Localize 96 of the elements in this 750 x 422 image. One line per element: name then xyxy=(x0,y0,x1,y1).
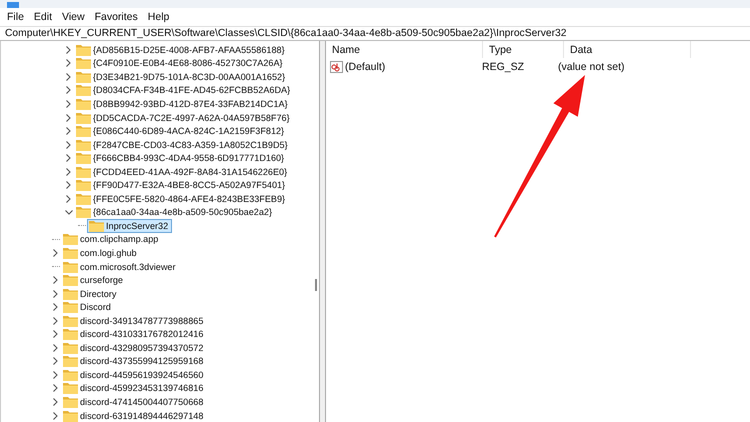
folder-icon xyxy=(63,396,78,408)
app-icon xyxy=(7,2,19,8)
expand-chevron-icon[interactable] xyxy=(53,276,58,284)
expand-chevron-icon[interactable] xyxy=(66,100,71,108)
folder-icon xyxy=(76,98,91,110)
expand-chevron-icon[interactable] xyxy=(66,59,71,68)
folder-icon xyxy=(76,179,91,192)
folder-icon xyxy=(63,260,78,273)
tree-item[interactable]: {DD5CACDA-7C2E-4997-A62A-04A597B58F76} xyxy=(74,110,294,125)
tree-item[interactable]: {F2847CBE-CD03-4C83-A359-1A8052C1B9D5} xyxy=(74,138,292,152)
expand-chevron-icon[interactable] xyxy=(66,86,71,94)
tree-item[interactable]: Discord xyxy=(61,300,115,314)
tree-item[interactable]: {F666CBB4-993C-4DA4-9558-6D917771D160} xyxy=(74,151,288,166)
folder-icon xyxy=(76,166,91,178)
folder-icon xyxy=(63,274,78,286)
folder-icon xyxy=(63,342,78,354)
folder-icon xyxy=(76,125,91,138)
tree-item[interactable]: discord-631914894446297148 xyxy=(61,408,208,422)
expand-chevron-icon[interactable] xyxy=(66,114,71,122)
tree-item[interactable]: discord-349134787773988865 xyxy=(61,314,208,328)
tree-item[interactable]: discord-474145004407750668 xyxy=(61,395,208,409)
folder-icon xyxy=(76,206,91,218)
folder-icon xyxy=(63,382,78,394)
expand-chevron-icon[interactable] xyxy=(53,412,58,420)
column-header[interactable]: Data xyxy=(564,41,691,58)
value-type: REG_SZ xyxy=(481,60,526,72)
menu-item[interactable]: Edit xyxy=(28,11,58,23)
column-header[interactable]: Name xyxy=(326,41,483,58)
tree-item[interactable]: discord-459923453139746816 xyxy=(61,381,208,396)
expand-chevron-icon[interactable] xyxy=(53,316,58,325)
tree-item[interactable]: com.clipchamp.app xyxy=(61,232,162,246)
folder-icon xyxy=(76,192,91,205)
tree-item[interactable]: {FF90D477-E32A-4BE8-8CC5-A502A97F5401} xyxy=(74,178,290,192)
expand-chevron-icon[interactable] xyxy=(53,398,58,406)
tree-item[interactable]: {AD856B15-D25E-4008-AFB7-AFAA55586188} xyxy=(74,42,289,57)
value-data: (value not set) xyxy=(557,60,626,72)
tree-item[interactable]: discord-445956193924546560 xyxy=(61,368,208,382)
expand-chevron-icon[interactable] xyxy=(53,357,58,366)
value-name[interactable]: (Default) xyxy=(345,60,386,72)
tree-item[interactable]: {86ca1aa0-34aa-4e8b-a509-50c905bae2a2} xyxy=(74,205,276,220)
tree-item[interactable]: {C4F0910E-E0B4-4E68-8086-452730C7A26A} xyxy=(74,56,287,70)
tree-item[interactable]: {D8034CFA-F34B-41FE-AD45-62FCBB52A6DA} xyxy=(74,83,294,98)
folder-icon xyxy=(63,233,78,246)
expand-chevron-icon[interactable] xyxy=(53,384,58,392)
tree-item[interactable]: {FFE0C5FE-5820-4864-AFE4-8243BE33FEB9} xyxy=(74,192,290,206)
menu-item[interactable]: Favorites xyxy=(90,11,143,23)
expand-chevron-icon[interactable] xyxy=(53,248,58,257)
folder-icon xyxy=(63,410,78,422)
folder-icon xyxy=(63,246,78,259)
expand-chevron-icon[interactable] xyxy=(66,181,71,190)
expand-chevron-icon[interactable] xyxy=(66,72,71,81)
folder-icon xyxy=(89,220,104,232)
collapse-chevron-icon[interactable] xyxy=(64,210,72,215)
folder-icon xyxy=(76,112,91,124)
tree-item[interactable]: discord-432980957394370572 xyxy=(61,340,208,355)
folder-icon xyxy=(76,44,91,56)
folder-icon xyxy=(63,328,78,340)
expand-chevron-icon[interactable] xyxy=(66,168,71,176)
column-header[interactable]: Type xyxy=(483,41,564,58)
expand-chevron-icon[interactable] xyxy=(66,154,71,162)
expand-chevron-icon[interactable] xyxy=(53,330,58,338)
tree-item[interactable]: {FCDD4EED-41AA-492F-8A84-31A1546226E0} xyxy=(74,164,292,179)
expand-chevron-icon[interactable] xyxy=(66,194,71,203)
expand-chevron-icon[interactable] xyxy=(53,370,58,379)
tree-item[interactable]: curseforge xyxy=(61,273,127,288)
tree-item[interactable]: {D3E34B21-9D75-101A-8C3D-00AA001A1652} xyxy=(74,70,290,84)
expand-chevron-icon[interactable] xyxy=(53,344,58,352)
tree-item[interactable]: discord-437355994125959168 xyxy=(61,354,208,368)
expand-chevron-icon[interactable] xyxy=(53,290,58,298)
folder-icon xyxy=(76,152,91,164)
expand-chevron-icon[interactable] xyxy=(66,46,71,54)
menu-item[interactable]: File xyxy=(2,11,29,23)
scrollbar-thumb[interactable] xyxy=(315,279,317,291)
folder-icon xyxy=(76,57,91,70)
tree-item[interactable]: Directory xyxy=(61,286,120,301)
tree-item[interactable]: {E086C440-6D89-4ACA-824C-1A2159F3F812} xyxy=(74,124,288,138)
folder-icon xyxy=(76,138,91,151)
menu-item[interactable]: Help xyxy=(142,11,174,23)
folder-icon xyxy=(63,368,78,381)
folder-icon xyxy=(63,301,78,314)
tree-item[interactable]: {D8BB9942-93BD-412D-87E4-33FAB214DC1A} xyxy=(74,96,292,111)
tree-item[interactable]: com.microsoft.3dviewer xyxy=(61,260,180,274)
folder-icon xyxy=(76,84,91,96)
expand-chevron-icon[interactable] xyxy=(66,127,71,136)
tree-item[interactable]: discord-431033176782012416 xyxy=(61,327,208,342)
tree-item[interactable]: InprocServer32 xyxy=(87,218,172,233)
menu-item[interactable]: View xyxy=(57,11,90,23)
folder-icon xyxy=(76,70,91,83)
string-value-icon xyxy=(330,60,343,72)
folder-icon xyxy=(63,355,78,368)
folder-icon xyxy=(63,288,78,300)
expand-chevron-icon[interactable] xyxy=(66,140,71,149)
expand-chevron-icon[interactable] xyxy=(53,303,58,312)
address-bar[interactable]: Computer\HKEY_CURRENT_USER\Software\Classes\CLSID\{86ca1aa0-34aa-4e8b-a509-50c905bae2a2}\InprocServer32 xyxy=(5,28,566,39)
tree-item[interactable]: com.logi.ghub xyxy=(61,246,141,260)
folder-icon xyxy=(63,314,78,327)
